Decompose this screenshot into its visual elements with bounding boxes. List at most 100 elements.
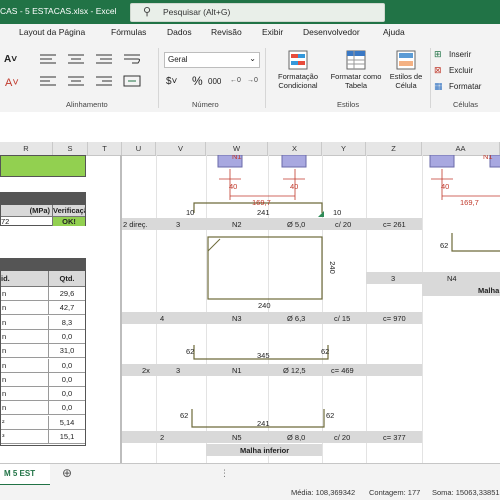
thousands-button[interactable]: 000 [208,77,221,86]
tab-page-layout[interactable]: Layout da Página [19,27,85,37]
col-header-aa[interactable]: AA [422,142,500,155]
wrap-text-icon[interactable] [122,52,142,66]
col-header-w[interactable]: W [206,142,268,155]
mpa-value: 72 [1,217,53,226]
qty-row: n 0,0 [1,329,85,344]
r1-length: c= 261 [383,220,406,229]
format-as-table-button[interactable]: Formatar como Tabela [326,50,386,98]
col-header-u[interactable]: U [122,142,156,155]
window-title: CAS - 5 ESTACAS.xlsx - Excel [0,6,117,16]
ribbon-tabs: Layout da Página Fórmulas Dados Revisão … [0,24,500,44]
cell-styles-button[interactable]: Estilos de Célula [385,50,427,98]
tab-view[interactable]: Exibir [262,27,283,37]
conditional-formatting-button[interactable]: Formatação Condicional [270,50,326,98]
qty-row: ² 5,14 [1,415,85,430]
qty-unit: n [2,317,7,327]
r3-diameter: Ø 12,5 [283,366,306,375]
r3-multiplier: 2x [142,366,150,375]
qty-value: 42,7 [59,303,75,313]
align-bottom-icon[interactable] [94,52,114,66]
col-header-s[interactable]: S [53,142,88,155]
qty-row: n 42,7 [1,301,85,316]
r4-diameter: Ø 8,0 [287,433,306,442]
decrease-font-icon[interactable]: A˅ [4,54,17,65]
col-header-y[interactable]: Y [322,142,366,155]
insert-label: Inserir [449,50,472,59]
dim-top-241: 241 [257,208,270,217]
font-color-icon[interactable]: A˅ [5,77,19,89]
r1-bar: N2 [232,220,242,229]
sheet-options-icon[interactable]: ⋮ [220,468,229,479]
cell-styles-line1: Estilos de [389,72,423,81]
add-sheet-icon[interactable]: ⊕ [62,466,72,480]
tab-developer[interactable]: Desenvolvedor [303,27,360,37]
qty-header-left: id. [1,271,49,287]
qty-row: n 29,6 [1,287,85,301]
qty-unit: n [2,360,7,370]
qty-value: 0,0 [61,331,73,341]
u1-left-62: 62 [186,347,195,356]
col-header-x[interactable]: X [268,142,322,155]
decrease-decimal-icon[interactable]: →0 [247,77,258,84]
status-average: Média: 108,369342 [291,488,356,497]
dim-right-62: 62 [440,241,449,250]
align-center-icon[interactable] [66,52,86,66]
dim-rect-240-side: 240 [327,261,337,274]
format-table-line2: Tabela [344,81,368,90]
qty-value: 29,6 [59,289,75,298]
search-box[interactable]: ⚲ Pesquisar (Alt+G) [130,3,385,22]
title-bar: CAS - 5 ESTACAS.xlsx - Excel ⚲ Pesquisar… [0,0,500,24]
qty-value: 31,0 [59,346,75,356]
col-header-r[interactable]: R [0,142,53,155]
col-header-z[interactable]: Z [366,142,422,155]
conditional-formatting-icon [288,50,308,70]
qty-value: 0,0 [61,389,73,399]
r3-qty: 3 [176,366,181,375]
dim-top-left-10: 10 [186,208,195,217]
tab-formulas[interactable]: Fórmulas [111,27,146,37]
r1-spacing: c/ 20 [335,220,352,229]
col-header-v[interactable]: V [156,142,206,155]
currency-icon[interactable]: $˅ [166,76,177,87]
align-left-icon[interactable] [38,74,58,88]
malha-inferior-label: Malha inferior [240,446,290,455]
align-middle-icon[interactable] [66,74,86,88]
tab-help[interactable]: Ajuda [383,27,405,37]
increase-decimal-icon[interactable]: ←0 [230,77,241,84]
r3-bar: N1 [232,366,242,375]
align-top-icon[interactable] [38,52,58,66]
green-banner-cell [0,155,86,177]
verification-table: (MPa) Verificação 72 OK! [0,192,86,226]
worksheet-grid[interactable]: (MPa) Verificação 72 OK! id. Qtd. n29,6n… [0,155,500,463]
percent-button[interactable]: % [192,74,203,88]
tab-data[interactable]: Dados [167,27,192,37]
qty-row: ³ 15,1 [1,430,85,444]
cell-styles-icon [396,50,416,70]
qty-row: n 0,0 [1,372,85,387]
qty-unit: n [2,374,7,384]
status-sum: Soma: 15063,33851 [432,488,500,497]
mpa-header: (MPa) [1,205,53,217]
dim-169-7-b: 169,7 [460,198,479,207]
number-format-select[interactable]: Geral ⌄ [164,52,260,68]
tab-review[interactable]: Revisão [211,27,242,37]
qty-value: 5,14 [59,417,75,427]
cell-styles-line2: Célula [395,81,417,90]
chevron-down-icon: ⌄ [249,54,256,63]
delete-icon: ⊠ [434,65,442,75]
delete-label: Excluir [449,66,474,75]
align-right-icon[interactable] [94,74,114,88]
merge-center-icon[interactable] [122,74,142,88]
status-bar: Média: 108,369342 Contagem: 177 Soma: 15… [0,485,500,500]
sheet-tab-active[interactable]: M 5 EST [0,464,50,486]
insert-icon: ⊞ [434,49,442,59]
qty-unit: n [2,346,7,356]
format-label: Formatar [449,82,482,91]
col-header-t[interactable]: T [88,142,122,155]
search-placeholder: Pesquisar (Alt+G) [163,7,231,17]
rebar-drawing [191,155,500,428]
dim-169-7-a: 169,7 [252,198,271,207]
qty-value: 0,0 [61,360,73,370]
qty-row: n 8,3 [1,315,85,330]
r4-qty: 2 [160,433,165,442]
